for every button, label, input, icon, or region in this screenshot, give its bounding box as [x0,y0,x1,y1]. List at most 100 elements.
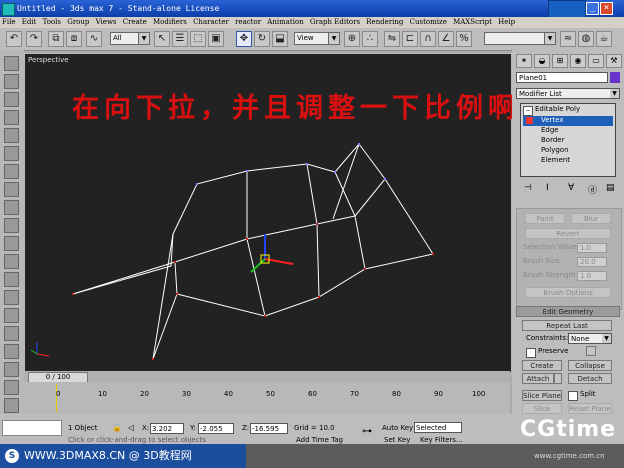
reactor-tool-icon[interactable] [4,398,19,413]
pin-stack-icon[interactable]: ⊣ [524,183,532,193]
modifier-list-dropdown[interactable]: Modifier List ▼ [516,88,620,99]
select-rotate-icon[interactable]: ↻ [254,31,270,47]
reactor-tool-icon[interactable] [4,74,19,89]
reactor-tool-icon[interactable] [4,362,19,377]
reactor-tool-icon[interactable] [4,164,19,179]
redo-icon[interactable]: ↷ [26,31,42,47]
reactor-tool-icon[interactable] [4,308,19,323]
menu-file[interactable]: File [2,18,15,26]
menu-modifiers[interactable]: Modifiers [153,18,187,26]
menu-create[interactable]: Create [123,18,147,26]
paint-button[interactable]: Paint [525,213,565,224]
reactor-tool-icon[interactable] [4,128,19,143]
stack-item-vertex[interactable]: Vertex [541,116,564,124]
absolute-mode-icon[interactable]: ◁ [128,423,134,432]
bind-space-warp-icon[interactable]: ∿ [86,31,102,47]
preserve-uvs-checkbox[interactable] [526,348,536,358]
brush-size-spinner[interactable]: 20.0 [577,257,607,267]
stack-item-border[interactable]: Border [541,136,564,144]
reactor-tool-icon[interactable] [4,380,19,395]
close-button[interactable]: × [600,2,613,15]
reactor-tool-icon[interactable] [4,290,19,305]
repeat-last-button[interactable]: Repeat Last [522,320,612,331]
motion-tab-icon[interactable]: ◉ [570,54,586,68]
auto-key-button[interactable]: Auto Key [382,424,413,432]
maxscript-listener[interactable] [2,420,62,436]
stack-item-editable-poly[interactable]: Editable Poly [535,105,580,113]
add-time-tag[interactable]: Add Time Tag [296,436,343,444]
revert-button[interactable]: Revert [525,228,611,239]
reactor-tool-icon[interactable] [4,110,19,125]
reactor-tool-icon[interactable] [4,218,19,233]
display-tab-icon[interactable]: ▭ [588,54,604,68]
remove-modifier-icon[interactable]: ⓓ [588,183,597,196]
constraints-dropdown[interactable]: None ▼ [568,333,612,344]
stack-item-element[interactable]: Element [541,156,570,164]
unlink-icon[interactable]: ⧈ [66,31,82,47]
menu-character[interactable]: Character [193,18,229,26]
stack-collapse-toggle[interactable]: − [523,106,533,116]
reactor-tool-icon[interactable] [4,326,19,341]
slice-plane-button[interactable]: Slice Plane [522,390,562,401]
menu-help[interactable]: Help [498,18,515,26]
menu-customize[interactable]: Customize [410,18,447,26]
window-crossing-icon[interactable]: ▣ [208,31,224,47]
select-by-name-icon[interactable]: ☰ [172,31,188,47]
menu-group[interactable]: Group [67,18,89,26]
material-editor-icon[interactable]: ◍ [578,31,594,47]
select-object-icon[interactable]: ↖ [154,31,170,47]
menu-reactor[interactable]: reactor [235,18,261,26]
selection-filter-dropdown[interactable]: All ▼ [110,32,150,45]
stack-item-polygon[interactable]: Polygon [541,146,569,154]
x-coordinate-field[interactable]: 3.202 [150,423,184,434]
reset-plane-button[interactable]: Reset Plane [568,403,612,414]
attach-button[interactable]: Attach [522,373,554,384]
track-bar[interactable]: 0 10 20 30 40 50 60 70 80 90 100 [24,382,510,414]
reactor-tool-icon[interactable] [4,146,19,161]
link-icon[interactable]: ⧉ [48,31,64,47]
reactor-tool-icon[interactable] [4,344,19,359]
select-move-icon[interactable]: ✥ [236,31,252,47]
collapse-button[interactable]: Collapse [568,360,612,371]
reactor-tool-icon[interactable] [4,272,19,287]
slice-button[interactable]: Slice [522,403,562,414]
region-select-icon[interactable]: ⬚ [190,31,206,47]
set-key-button[interactable]: Set Key [384,436,410,444]
menu-tools[interactable]: Tools [43,18,61,26]
reactor-tool-icon[interactable] [4,182,19,197]
render-icon[interactable]: ☕ [596,31,612,47]
y-coordinate-field[interactable]: -2.055 [198,423,234,434]
split-checkbox[interactable] [568,391,578,401]
make-unique-icon[interactable]: ∀ [568,183,574,193]
z-coordinate-field[interactable]: -16.595 [250,423,288,434]
blur-button[interactable]: Blur [571,213,611,224]
axis-constraint-icon[interactable]: ∴ [362,31,378,47]
reactor-tool-icon[interactable] [4,56,19,71]
show-end-result-icon[interactable]: Ι [546,183,549,193]
brush-options-button[interactable]: Brush Options [525,287,611,298]
viewport-label[interactable]: Perspective [28,56,69,64]
key-filters-button[interactable]: Key Filters... [420,436,463,444]
pivot-center-icon[interactable]: ⊕ [344,31,360,47]
object-color-swatch[interactable] [610,72,620,83]
create-button[interactable]: Create [522,360,562,371]
undo-icon[interactable]: ↶ [6,31,22,47]
configure-sets-icon[interactable]: ▤ [606,183,615,193]
reactor-tool-icon[interactable] [4,236,19,251]
mirror-icon[interactable]: ⇋ [384,31,400,47]
lock-selection-icon[interactable]: 🔒 [112,423,122,432]
object-name-field[interactable]: Plane01 [516,72,608,83]
hierarchy-tab-icon[interactable]: ⊞ [552,54,568,68]
reactor-tool-icon[interactable] [4,200,19,215]
utilities-tab-icon[interactable]: ⚒ [606,54,622,68]
menu-views[interactable]: Views [96,18,117,26]
curve-editor-icon[interactable]: ≈ [560,31,576,47]
reactor-tool-icon[interactable] [4,92,19,107]
named-selection-dropdown[interactable]: ▼ [484,32,556,45]
create-tab-icon[interactable]: ✶ [516,54,532,68]
key-mode-dropdown[interactable]: Selected [414,422,462,433]
menu-maxscript[interactable]: MAXScript [453,18,492,26]
selection-value-spinner[interactable]: 1.0 [577,243,607,253]
menu-graph-editors[interactable]: Graph Editors [310,18,360,26]
menu-edit[interactable]: Edit [22,18,37,26]
